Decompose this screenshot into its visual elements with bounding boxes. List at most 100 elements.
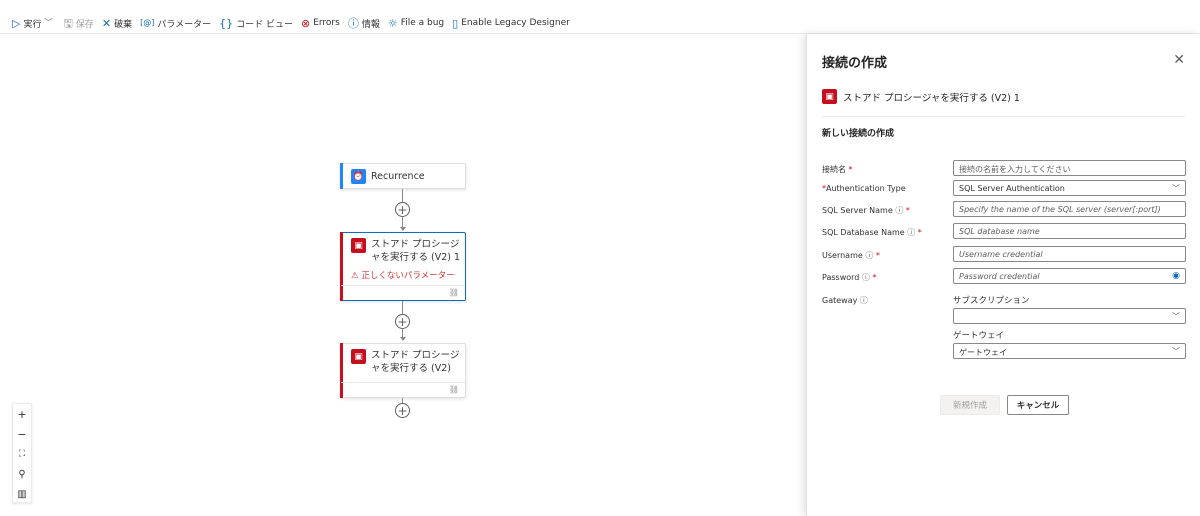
run-label: 実行 xyxy=(23,19,42,30)
stored-procedure-icon: ▣ xyxy=(351,238,366,253)
save-button[interactable]: 🖫 保存 xyxy=(63,17,93,30)
info-icon[interactable]: ⓘ xyxy=(907,228,915,237)
server-name-label-text: SQL Server Name xyxy=(822,206,893,215)
add-step-icon[interactable]: + xyxy=(395,202,410,217)
subscription-select[interactable]: ﹀ xyxy=(953,308,1186,324)
error-text: 正しくないパラメーター xyxy=(361,271,455,281)
username-label: Username ⓘ * xyxy=(822,251,880,260)
parameters-button[interactable]: [@] パラメーター xyxy=(140,17,211,30)
card-accent xyxy=(340,343,343,398)
database-name-label-text: SQL Database Name xyxy=(822,228,905,237)
connection-name-label-text: 接続名 xyxy=(822,165,846,174)
designer-canvas[interactable]: ⏰ Recurrence + ▣ ストアド プロシージ ャを実行する (V2) … xyxy=(0,34,806,516)
info-label: 情報 xyxy=(361,19,380,30)
chevron-down-icon: ﹀ xyxy=(1172,184,1180,193)
arrow-icon xyxy=(399,227,406,231)
recurrence-title: Recurrence xyxy=(371,171,425,182)
add-step-icon[interactable]: + xyxy=(395,314,410,329)
file-bug-label: File a bug xyxy=(400,18,445,28)
info-icon[interactable]: ⓘ xyxy=(860,296,868,305)
alarm-clock-icon: ⏰ xyxy=(351,169,366,184)
add-step-icon[interactable]: + xyxy=(395,403,410,418)
action-card-1[interactable]: ▣ ストアド プロシージ ャを実行する (V2) 1 ⚠ 正しくないパラメーター… xyxy=(340,232,466,301)
database-name-input[interactable]: SQL database name xyxy=(953,223,1186,239)
zoom-out-button[interactable]: − xyxy=(13,424,31,444)
search-icon[interactable]: ⚲ xyxy=(13,464,31,484)
server-name-label: SQL Server Name ⓘ * xyxy=(822,206,910,215)
eye-icon[interactable]: ◉ xyxy=(1172,271,1180,281)
chevron-down-icon[interactable]: ﹀ xyxy=(44,19,52,27)
username-placeholder: Username credential xyxy=(959,250,1043,259)
connector-line xyxy=(402,301,403,315)
chevron-down-icon: ﹀ xyxy=(1172,347,1180,356)
card-footer-divider xyxy=(341,285,465,286)
discard-button[interactable]: ✕ 破棄 xyxy=(102,17,132,30)
info-button[interactable]: ⓘ 情報 xyxy=(348,17,380,30)
code-view-label: コード ビュー xyxy=(236,19,293,30)
gateway-sublabel: ゲートウェイ xyxy=(953,331,1005,341)
bug-icon: ☼ xyxy=(387,16,398,30)
toolbar: ▷ 実行 ﹀ 🖫 保存 ✕ 破棄 [@] パラメーター {} コード ビュー ⊗… xyxy=(12,14,578,32)
action-card-2[interactable]: ▣ ストアド プロシージ ャを実行する (V2) ⛓ xyxy=(340,343,466,398)
zoom-controls: + − ⛶ ⚲ ▥ xyxy=(12,403,32,503)
username-input[interactable]: Username credential xyxy=(953,246,1186,262)
braces-icon: {} xyxy=(219,16,234,30)
connector-line xyxy=(402,189,403,203)
auth-type-label: *Authentication Type xyxy=(822,184,906,193)
zoom-in-button[interactable]: + xyxy=(13,404,31,424)
play-icon: ▷ xyxy=(12,16,21,30)
section-title: 新しい接続の作成 xyxy=(822,129,895,139)
gateway-select[interactable]: ゲートウェイ ﹀ xyxy=(953,343,1186,359)
cancel-button[interactable]: キャンセル xyxy=(1007,395,1069,415)
connection-name-input[interactable]: 接続の名前を入力してください xyxy=(953,160,1186,176)
action-1-title-line1: ストアド プロシージ xyxy=(371,239,460,250)
error-icon: ⊗ xyxy=(300,16,311,30)
gateway-label: Gateway ⓘ xyxy=(822,295,868,306)
auth-type-select[interactable]: SQL Server Authentication ﹀ xyxy=(953,180,1186,196)
info-icon[interactable]: ⓘ xyxy=(862,273,870,282)
run-button[interactable]: ▷ 実行 ﹀ xyxy=(12,17,55,30)
action-2-title-line1: ストアド プロシージ xyxy=(371,350,460,361)
error-message: ⚠ 正しくないパラメーター xyxy=(351,269,455,281)
link-icon[interactable]: ⛓ xyxy=(449,385,459,394)
chevron-down-icon: ﹀ xyxy=(1172,312,1180,321)
password-label-text: Password xyxy=(822,273,860,282)
connection-name-label: 接続名 * xyxy=(822,165,853,174)
info-icon: ⓘ xyxy=(347,16,359,30)
fit-view-icon[interactable]: ⛶ xyxy=(13,444,31,464)
code-view-button[interactable]: {} コード ビュー xyxy=(219,17,293,30)
link-icon[interactable]: ⛓ xyxy=(449,288,459,297)
card-accent xyxy=(340,163,343,189)
arrow-icon xyxy=(399,337,406,341)
info-icon[interactable]: ⓘ xyxy=(895,206,903,215)
close-icon[interactable]: ✕ xyxy=(1173,52,1185,68)
action-1-title-line2: ャを実行する (V2) 1 xyxy=(371,252,461,263)
auth-type-label-text: Authentication Type xyxy=(826,184,906,193)
bookmark-icon: ▯ xyxy=(452,16,459,30)
panel-divider xyxy=(822,116,1185,117)
password-label: Password ⓘ * xyxy=(822,273,877,282)
server-name-placeholder: Specify the name of the SQL server (serv… xyxy=(959,205,1161,214)
create-connection-panel: 接続の作成 ✕ ▣ ストアド プロシージャを実行する (V2) 1 新しい接続の… xyxy=(806,34,1200,516)
server-name-input[interactable]: Specify the name of the SQL server (serv… xyxy=(953,201,1186,217)
minimap-icon[interactable]: ▥ xyxy=(13,484,31,504)
card-accent xyxy=(340,232,343,301)
parameters-label: パラメーター xyxy=(157,19,212,30)
recurrence-card[interactable]: ⏰ Recurrence xyxy=(340,163,466,189)
panel-title: 接続の作成 xyxy=(822,56,888,71)
password-input[interactable]: Password credential ◉ xyxy=(953,268,1186,284)
stored-procedure-icon: ▣ xyxy=(822,89,837,104)
warning-icon: ⚠ xyxy=(351,271,362,281)
info-icon[interactable]: ⓘ xyxy=(865,251,873,260)
file-bug-button[interactable]: ☼ File a bug xyxy=(388,18,444,29)
card-footer-divider xyxy=(341,382,465,383)
auth-type-value: SQL Server Authentication xyxy=(959,184,1065,193)
subscription-label: サブスクリプション xyxy=(953,296,1030,306)
errors-label: Errors xyxy=(313,18,340,28)
errors-button[interactable]: ⊗ Errors xyxy=(301,18,340,29)
stored-procedure-icon: ▣ xyxy=(351,349,366,364)
create-button[interactable]: 新規作成 xyxy=(940,395,1000,415)
legacy-designer-button[interactable]: ▯ Enable Legacy Designer xyxy=(452,18,570,29)
username-label-text: Username xyxy=(822,251,863,260)
database-name-label: SQL Database Name ⓘ * xyxy=(822,228,922,237)
